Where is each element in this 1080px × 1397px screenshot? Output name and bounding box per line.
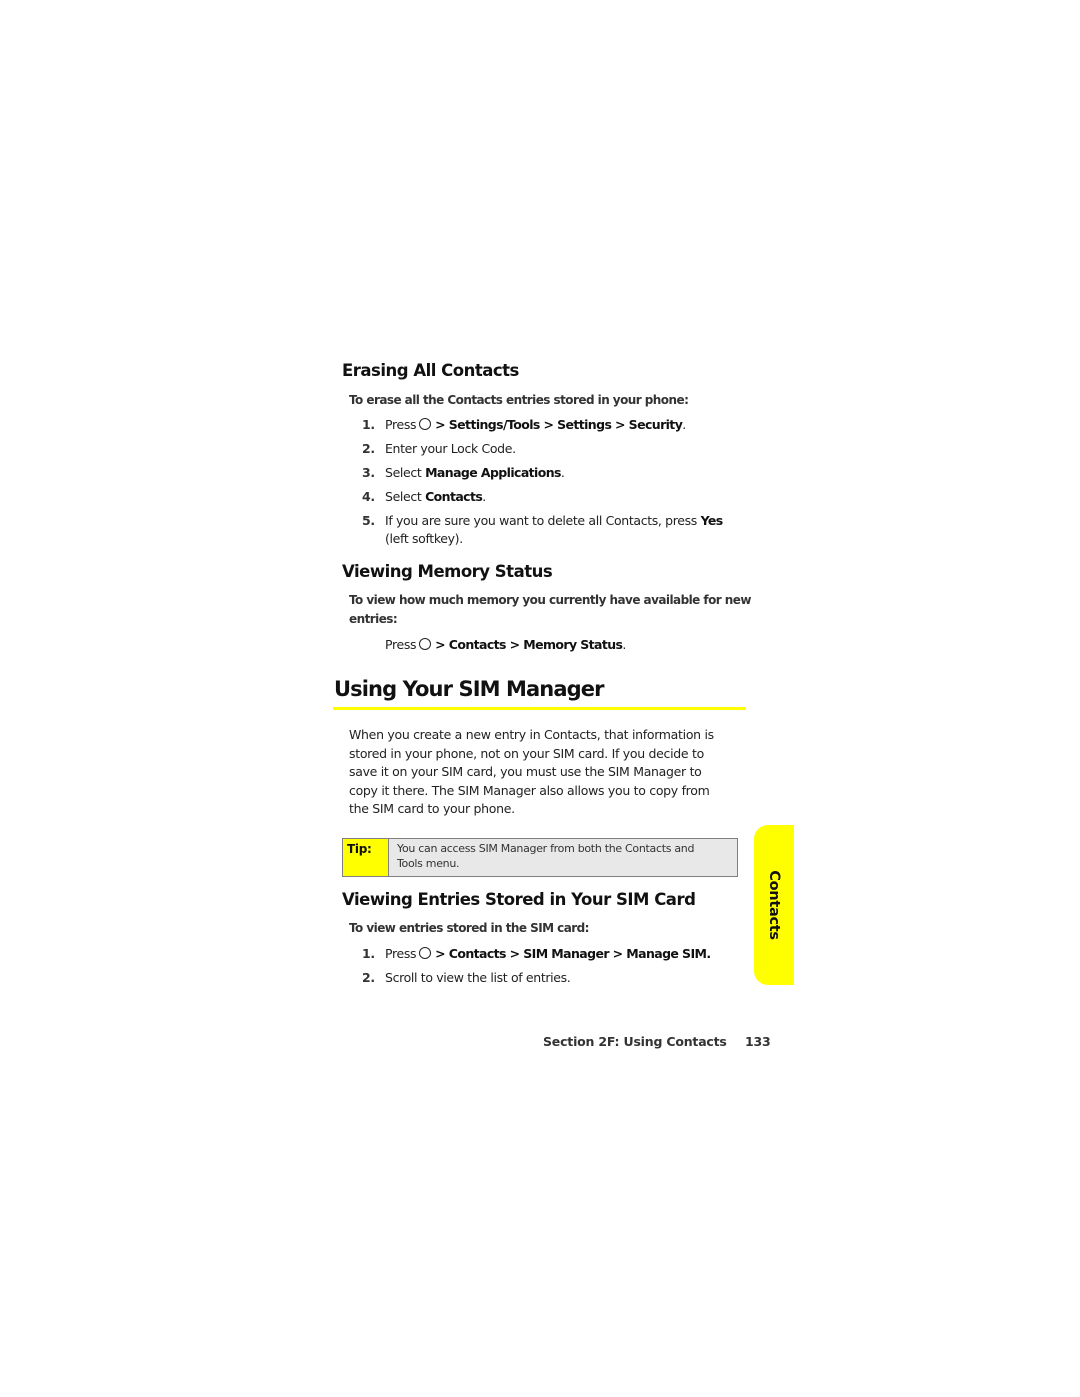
step-number: 1.	[362, 946, 375, 961]
tip-label: Tip:	[343, 839, 389, 876]
step-number: 1.	[362, 417, 375, 432]
menu-path: > Contacts > Memory Status	[435, 637, 623, 652]
footer-section-title: Section 2F: Using Contacts	[543, 1034, 727, 1049]
heading-using-your-sim-manager: Using Your SIM Manager	[334, 677, 604, 701]
paragraph-line: stored in your phone, not on your SIM ca…	[349, 745, 704, 761]
menu-path: > Settings/Tools > Settings > Security	[435, 417, 683, 432]
erasing-step-1: 1. Press > Settings/Tools > Settings > Se…	[362, 417, 762, 435]
sim-manager-paragraph: When you create a new entry in Contacts,…	[349, 726, 749, 819]
step-suffix: .	[682, 417, 686, 432]
tip-text-line: Tools menu.	[397, 857, 460, 870]
paragraph-line: the SIM card to your phone.	[349, 801, 515, 817]
viewing-entries-step-2: 2. Scroll to view the list of entries.	[362, 970, 762, 988]
step-text: Press	[385, 417, 417, 432]
softkey-label: Yes	[700, 513, 724, 528]
step-number: 2.	[362, 970, 375, 985]
step-text: If you are sure you want to delete all C…	[385, 513, 701, 528]
step-number: 2.	[362, 441, 375, 456]
tip-box: Tip: You can access SIM Manager from bot…	[342, 838, 738, 877]
step-suffix: .	[622, 637, 627, 652]
heading-underline	[333, 707, 746, 710]
paragraph-line: copy it there. The SIM Manager also allo…	[349, 782, 710, 798]
viewing-entries-intro: To view entries stored in the SIM card:	[349, 921, 589, 935]
menu-path: > Contacts > SIM Manager > Manage SIM.	[435, 946, 711, 961]
menu-option: Contacts	[425, 489, 483, 504]
memory-instruction: Press > Contacts > Memory Status.	[385, 637, 626, 652]
menu-key-circle-icon	[419, 418, 432, 430]
memory-intro-line-1: To view how much memory you currently ha…	[349, 593, 751, 607]
step-suffix: .	[560, 465, 565, 480]
step-text: Press	[385, 637, 417, 652]
erasing-step-4: 4. Select Contacts.	[362, 489, 762, 507]
menu-key-circle-icon	[419, 638, 432, 650]
step-number: 5.	[362, 513, 375, 528]
step-text: Select	[385, 465, 426, 480]
heading-erasing-all-contacts: Erasing All Contacts	[342, 361, 519, 380]
erasing-step-3: 3. Select Manage Applications.	[362, 465, 762, 483]
step-text: Select	[385, 489, 426, 504]
step-number: 3.	[362, 465, 375, 480]
step-text-continued: (left softkey).	[385, 531, 463, 546]
step-suffix: .	[482, 489, 486, 504]
step-text: Press	[385, 946, 417, 961]
viewing-entries-step-1: 1. Press > Contacts > SIM Manager > Manag…	[362, 946, 762, 964]
tip-text-line: You can access SIM Manager from both the…	[397, 842, 695, 855]
memory-intro-line-2: entries:	[349, 612, 398, 626]
erasing-step-5: 5. If you are sure you want to delete al…	[362, 513, 762, 549]
step-number: 4.	[362, 489, 375, 504]
menu-option: Manage Applications	[425, 465, 561, 480]
erasing-step-2: 2. Enter your Lock Code.	[362, 441, 762, 459]
menu-key-circle-icon	[419, 947, 432, 959]
page-number: 133	[745, 1034, 771, 1049]
heading-viewing-entries-sim-card: Viewing Entries Stored in Your SIM Card	[342, 890, 696, 909]
step-text: Scroll to view the list of entries.	[385, 970, 571, 985]
step-text: Enter your Lock Code.	[385, 441, 516, 456]
heading-viewing-memory-status: Viewing Memory Status	[342, 562, 553, 581]
tip-text: You can access SIM Manager from both the…	[389, 839, 694, 876]
paragraph-line: When you create a new entry in Contacts,…	[349, 727, 714, 742]
erasing-intro: To erase all the Contacts entries stored…	[349, 393, 689, 407]
paragraph-line: save it on your SIM card, you must use t…	[349, 764, 702, 780]
section-side-tab: Contacts	[754, 825, 794, 985]
side-tab-label: Contacts	[766, 870, 782, 940]
